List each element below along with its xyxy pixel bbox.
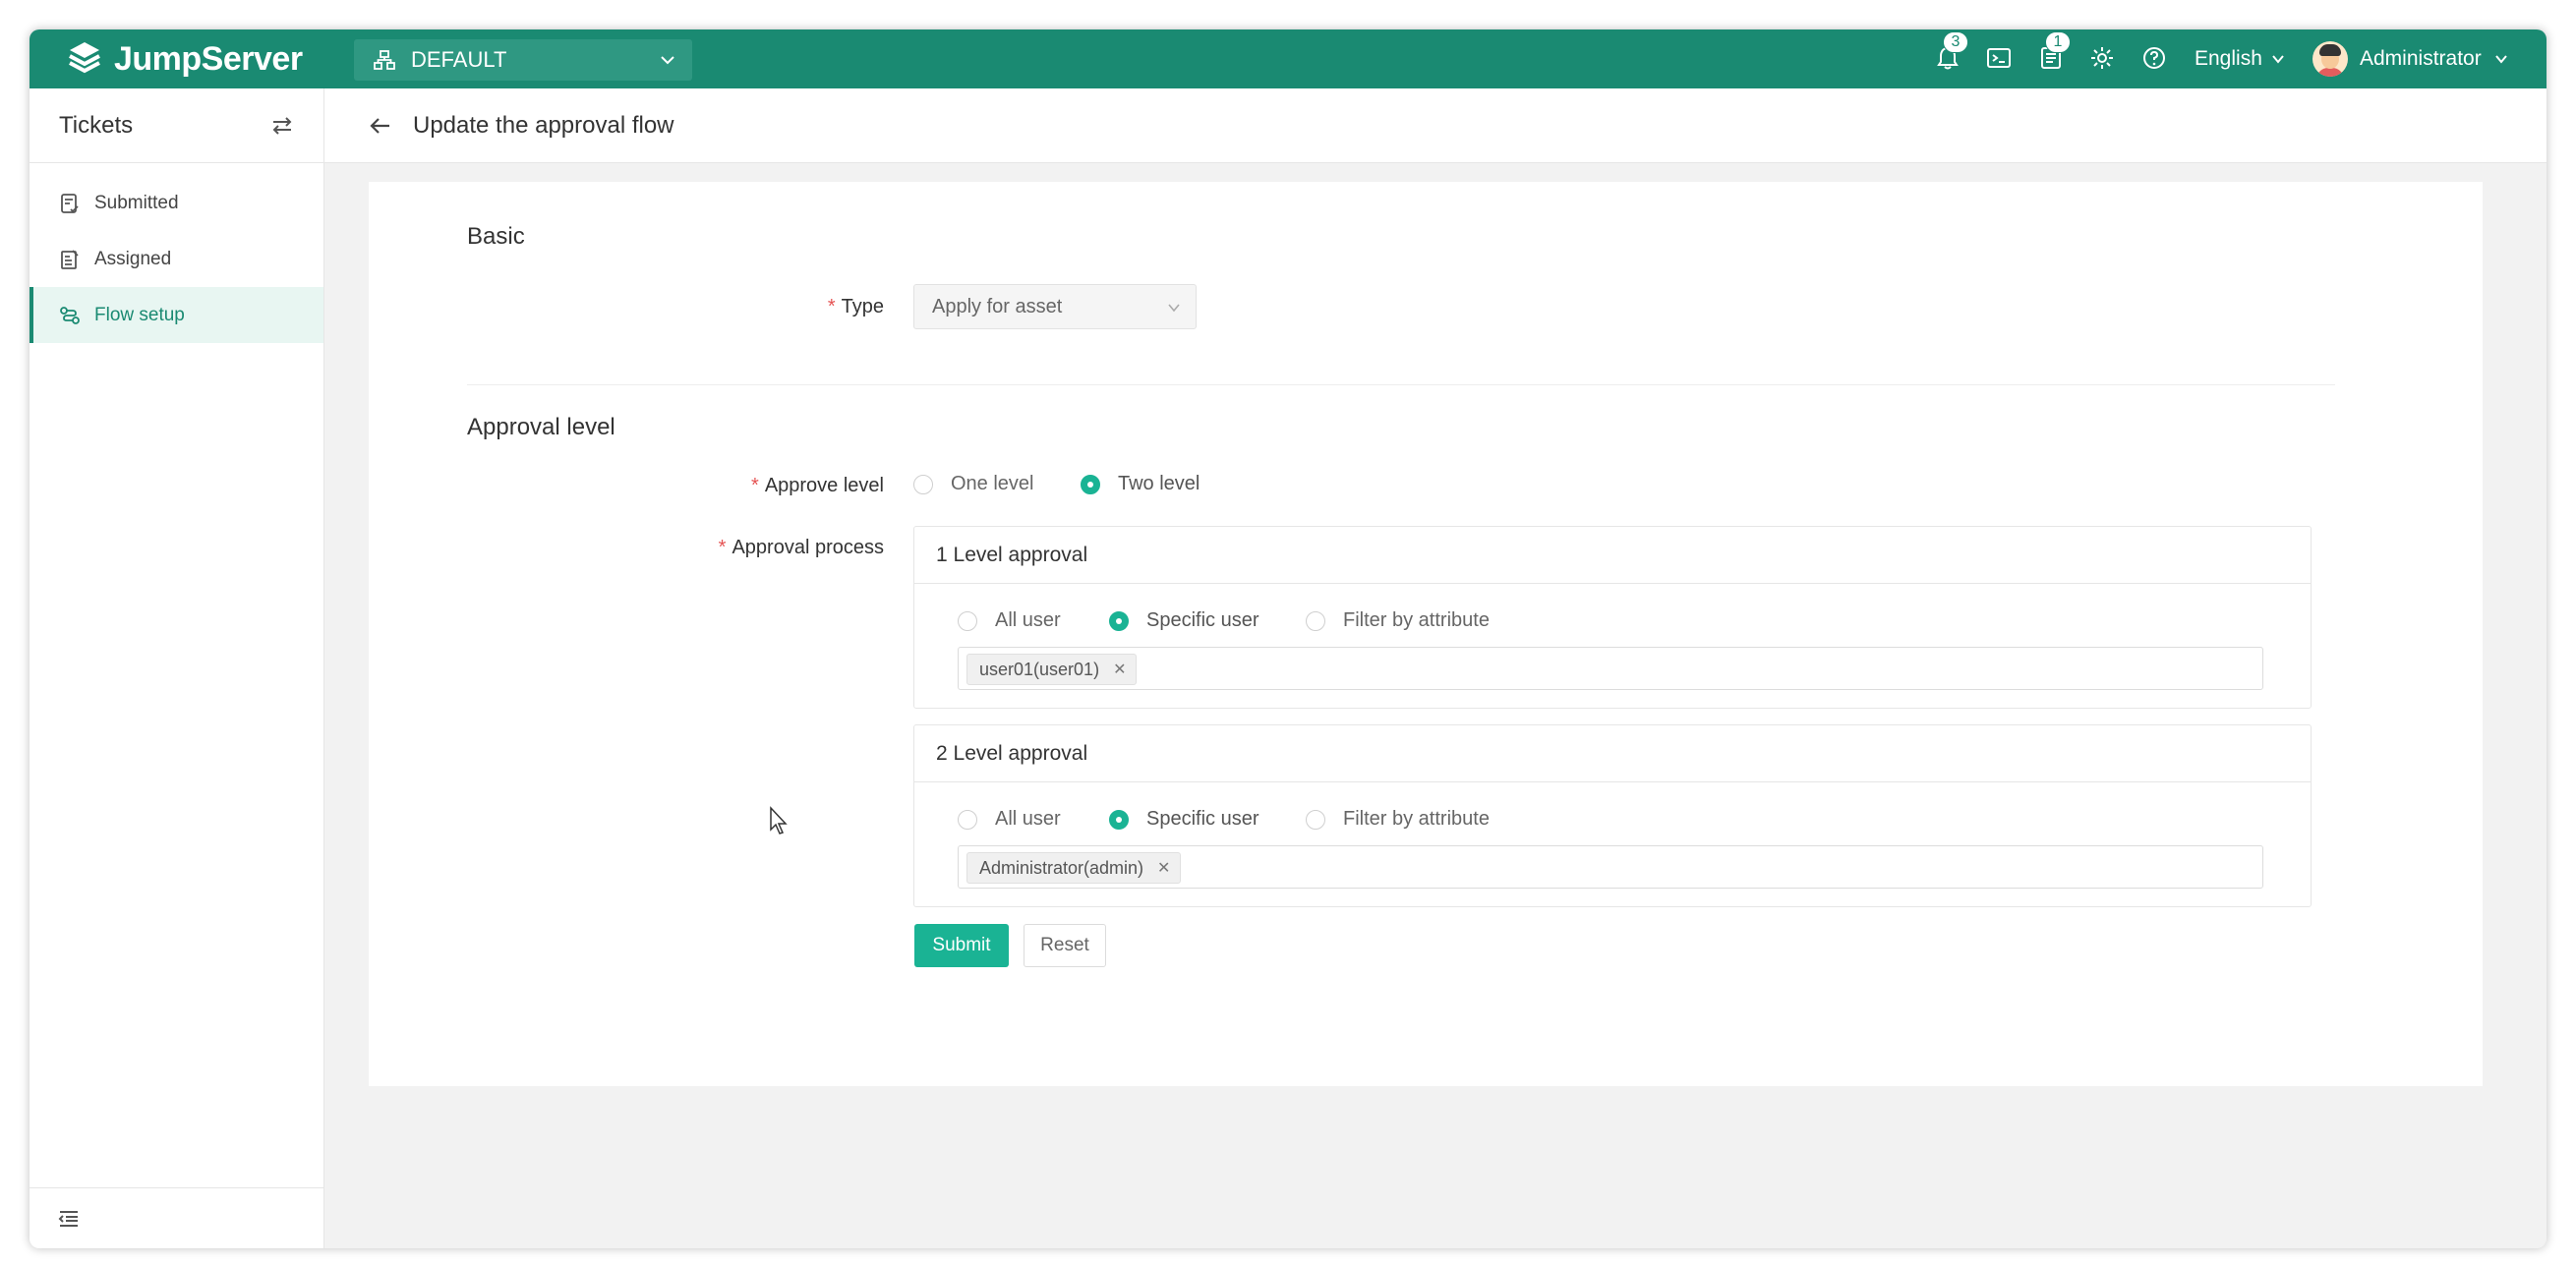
chevron-down-icon: [1168, 304, 1180, 313]
gear-icon[interactable]: [2089, 45, 2115, 71]
close-icon[interactable]: ✕: [1113, 660, 1126, 679]
sidebar: Tickets Submitted Assigned Flow setup: [29, 88, 324, 1248]
sidebar-item-flow-setup[interactable]: Flow setup: [29, 287, 323, 343]
close-icon[interactable]: ✕: [1157, 858, 1170, 878]
page-header: Update the approval flow: [324, 88, 2547, 163]
help-icon[interactable]: [2141, 45, 2167, 71]
radio-all-user[interactable]: All user: [958, 609, 1061, 632]
radio-specific-user[interactable]: Specific user: [1109, 808, 1259, 831]
approver-select-level-2[interactable]: Administrator(admin) ✕: [958, 845, 2263, 889]
organization-icon: [374, 50, 395, 70]
back-arrow-icon[interactable]: [368, 113, 393, 139]
sidebar-item-assigned[interactable]: Assigned: [29, 231, 323, 287]
reset-button[interactable]: Reset: [1024, 924, 1106, 967]
form-card: Basic * Type Apply for asset Approval lev…: [369, 182, 2483, 1086]
approve-level-label: * Approve level: [751, 475, 884, 496]
user-menu[interactable]: Administrator: [2313, 29, 2509, 88]
jumpserver-logo-icon: [69, 42, 100, 74]
chevron-down-icon: [661, 56, 674, 65]
approval-process-label: * Approval process: [718, 537, 884, 558]
switch-view-icon[interactable]: [270, 114, 294, 138]
logo[interactable]: JumpServer: [65, 37, 303, 81]
type-label: * Type: [827, 296, 884, 317]
flow-icon: [60, 306, 80, 324]
radio-filter-by-attribute[interactable]: Filter by attribute: [1306, 808, 1490, 831]
required-mark: *: [718, 537, 727, 558]
language-label: English: [2195, 47, 2262, 70]
ticket-assigned-icon: [61, 249, 79, 269]
level-1-approval-box: 1 Level approval All user Specific user …: [913, 526, 2312, 709]
required-mark: *: [751, 475, 759, 496]
language-selector[interactable]: English: [2195, 29, 2286, 88]
section-title-basic: Basic: [467, 223, 525, 250]
app-window: JumpServer DEFAULT 3 1 English Administr…: [29, 29, 2547, 1248]
collapse-menu-icon[interactable]: [57, 1207, 81, 1231]
user-name: Administrator: [2360, 47, 2482, 70]
section-title-approval: Approval level: [467, 414, 615, 440]
level-1-title: 1 Level approval: [914, 527, 2311, 584]
radio-circle: [913, 474, 933, 494]
radio-circle-checked: [1081, 474, 1100, 494]
top-bar: JumpServer DEFAULT 3 1 English Administr…: [29, 29, 2547, 88]
required-mark: *: [827, 296, 836, 317]
sidebar-footer: [29, 1187, 324, 1248]
terminal-icon[interactable]: [1986, 45, 2012, 71]
notification-badge: 3: [1943, 31, 1968, 53]
submit-button[interactable]: Submit: [914, 924, 1009, 967]
mouse-cursor-icon: [770, 806, 788, 834]
sidebar-title: Tickets: [59, 111, 134, 139]
approver-tag: user01(user01) ✕: [966, 654, 1138, 685]
org-name: DEFAULT: [411, 47, 507, 72]
approver-select-level-1[interactable]: user01(user01) ✕: [958, 647, 2263, 690]
sidebar-item-label: Submitted: [94, 192, 179, 213]
page-title: Update the approval flow: [413, 111, 674, 139]
radio-filter-by-attribute[interactable]: Filter by attribute: [1306, 609, 1490, 632]
ticket-badge: 1: [2045, 31, 2071, 53]
ticket-submit-icon: [61, 193, 79, 213]
radio-specific-user[interactable]: Specific user: [1109, 609, 1259, 632]
level-2-approval-box: 2 Level approval All user Specific user …: [913, 724, 2312, 907]
radio-all-user[interactable]: All user: [958, 808, 1061, 831]
sidebar-item-submitted[interactable]: Submitted: [29, 175, 323, 231]
radio-two-level[interactable]: Two level: [1081, 473, 1200, 495]
chevron-down-icon: [2272, 55, 2284, 64]
approver-tag: Administrator(admin) ✕: [966, 852, 1182, 884]
divider: [467, 384, 2335, 385]
type-select-value: Apply for asset: [932, 295, 1063, 317]
sidebar-item-label: Flow setup: [94, 304, 185, 325]
brand-name: JumpServer: [114, 39, 303, 78]
radio-one-level[interactable]: One level: [913, 473, 1034, 495]
sidebar-item-label: Assigned: [94, 248, 172, 269]
sidebar-header: Tickets: [29, 88, 323, 163]
chevron-down-icon: [2494, 55, 2507, 64]
org-selector[interactable]: DEFAULT: [354, 39, 692, 81]
type-select[interactable]: Apply for asset: [913, 284, 1197, 329]
avatar: [2313, 41, 2348, 77]
level-2-title: 2 Level approval: [914, 725, 2311, 782]
